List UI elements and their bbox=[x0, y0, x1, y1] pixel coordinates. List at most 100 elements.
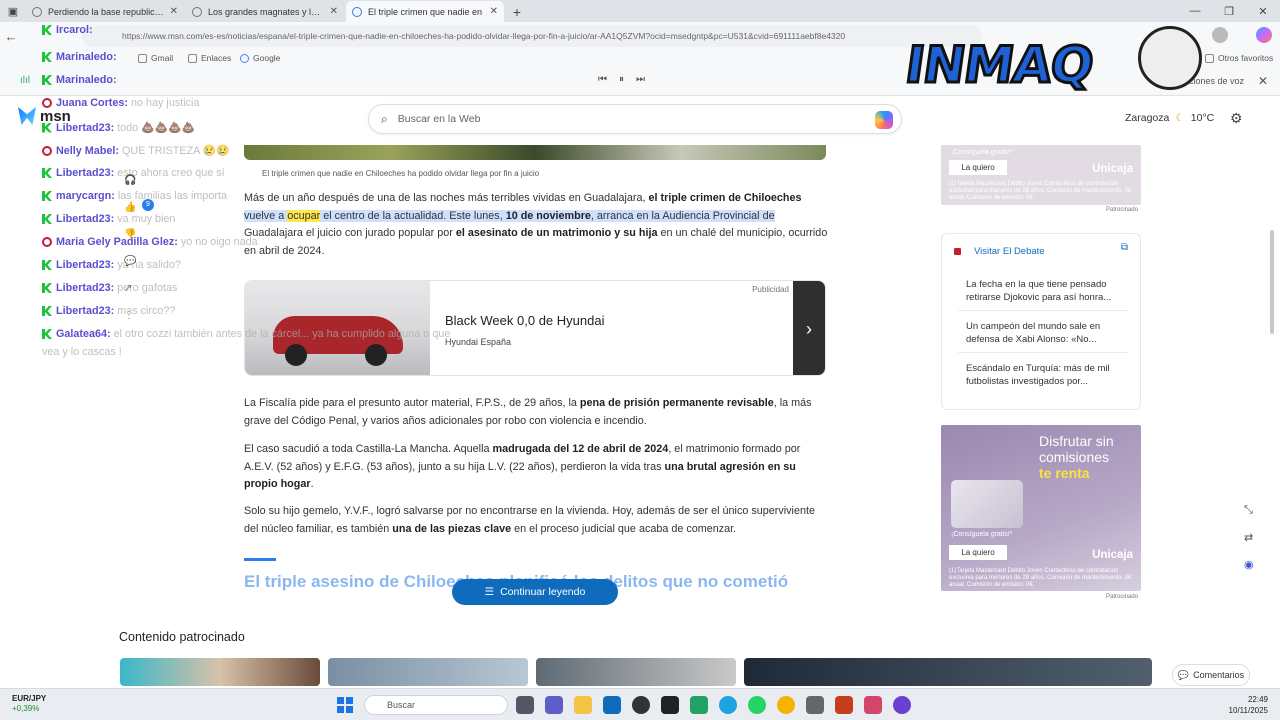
audio-icon[interactable]: 🎧 bbox=[124, 175, 136, 186]
whatsapp-icon[interactable] bbox=[748, 696, 766, 714]
other-favorites[interactable]: Otros favoritos bbox=[1205, 53, 1273, 63]
close-read-aloud-icon[interactable]: ✕ bbox=[1258, 74, 1268, 88]
chat-message: Libertad23: ya ha salido? bbox=[42, 259, 181, 271]
sponsored-thumb[interactable] bbox=[744, 658, 1152, 686]
publisher-headline[interactable]: La fecha en la que tiene pensado retirar… bbox=[966, 278, 1122, 304]
app-icon[interactable] bbox=[864, 696, 882, 714]
back-icon[interactable]: ← bbox=[0, 29, 22, 44]
chat-message: Libertad23: va muy bien bbox=[42, 213, 175, 225]
maximize-icon[interactable]: ❐ bbox=[1212, 0, 1246, 22]
tab-1[interactable]: Perdiendo la base republicana, la ✕ bbox=[26, 1, 184, 22]
comments-button[interactable]: 💬 Comentarios bbox=[1172, 664, 1250, 686]
comment-icon[interactable]: 💬 bbox=[124, 256, 136, 267]
app-icon[interactable] bbox=[661, 696, 679, 714]
chat-text: no hay justicia bbox=[131, 97, 200, 109]
continue-reading-button[interactable]: ☰ Continuar leyendo bbox=[452, 579, 618, 605]
close-tab-icon[interactable]: ✕ bbox=[490, 6, 498, 17]
taskbar-apps bbox=[516, 696, 911, 714]
share-icon[interactable]: ↗ bbox=[124, 283, 136, 294]
sidebar-ad-top[interactable]: ¡Consíguela gratis!* La quiero Unicaja (… bbox=[941, 145, 1141, 205]
pause-icon[interactable]: ⏸ bbox=[619, 74, 624, 85]
stock-widget[interactable]: EUR/JPY +0,39% bbox=[12, 694, 46, 714]
assistant-icon[interactable]: ◉ bbox=[1244, 558, 1254, 571]
copilot-icon[interactable] bbox=[875, 111, 893, 129]
chatgpt-icon[interactable] bbox=[632, 696, 650, 714]
tab-title: Los grandes magnates y los hom bbox=[208, 6, 324, 17]
app-icon[interactable] bbox=[806, 696, 824, 714]
gear-icon[interactable]: ⚙ bbox=[1230, 110, 1243, 127]
window-menu-icon[interactable]: ▣ bbox=[0, 0, 26, 22]
weather-widget[interactable]: Zaragoza ☾ 10°C bbox=[1125, 112, 1214, 124]
more-icon[interactable]: ⋮ bbox=[124, 310, 136, 321]
share-icon[interactable]: ⇄ bbox=[1244, 531, 1254, 544]
like-icon[interactable]: 👍 bbox=[124, 202, 136, 213]
minimize-icon[interactable]: — bbox=[1178, 0, 1212, 22]
taskbar: EUR/JPY +0,39% Buscar 22:49 10/11/2025 bbox=[0, 688, 1280, 720]
edge-icon[interactable] bbox=[719, 696, 737, 714]
file-explorer-icon[interactable] bbox=[574, 696, 592, 714]
external-link-icon[interactable]: ⧉ bbox=[1121, 242, 1128, 253]
continue-reading-label: Continuar leyendo bbox=[500, 586, 586, 598]
start-icon[interactable] bbox=[337, 697, 353, 713]
ad-promo-text: ¡Consíguela gratis!* bbox=[951, 149, 1013, 156]
powerpoint-icon[interactable] bbox=[835, 696, 853, 714]
clock[interactable]: 22:49 10/11/2025 bbox=[1229, 694, 1268, 716]
stream-logo-text: INMAQ bbox=[900, 35, 1098, 96]
chat-username: Ircarol: bbox=[56, 24, 93, 36]
expand-icon[interactable]: ⤡ bbox=[1244, 504, 1254, 517]
tab-2[interactable]: Los grandes magnates y los hom ✕ bbox=[186, 1, 344, 22]
next-icon[interactable]: ⏭ bbox=[636, 74, 645, 85]
text-run: . bbox=[310, 478, 314, 490]
profile-avatar[interactable] bbox=[1212, 27, 1228, 43]
divider bbox=[958, 310, 1128, 311]
visit-publisher-link[interactable]: Visitar El Debate bbox=[974, 246, 1045, 257]
publisher-headline[interactable]: Un campeón del mundo sale en defensa de … bbox=[966, 320, 1122, 346]
text-run: El caso sacudió a toda Castilla-La Manch… bbox=[244, 443, 493, 455]
ad-cta-button[interactable]: La quiero bbox=[949, 160, 1007, 175]
task-view-icon[interactable] bbox=[516, 696, 534, 714]
outlook-icon[interactable] bbox=[603, 696, 621, 714]
tab-title: Perdiendo la base republicana, la bbox=[48, 6, 164, 17]
chat-text: todo 💩💩💩💩 bbox=[117, 122, 195, 134]
close-tab-icon[interactable]: ✕ bbox=[330, 6, 338, 17]
ad-slogan-line: Disfrutar sin comisiones bbox=[1039, 433, 1114, 465]
ad-arrow-icon[interactable]: › bbox=[793, 281, 825, 375]
close-window-icon[interactable]: ✕ bbox=[1246, 0, 1280, 22]
sponsored-thumb[interactable] bbox=[120, 658, 320, 686]
ad-promo-text: ¡Consíguela gratis!* bbox=[951, 531, 1013, 538]
divider bbox=[958, 352, 1128, 353]
dislike-icon[interactable]: 👎 bbox=[124, 229, 136, 240]
copilot-icon[interactable] bbox=[1256, 27, 1272, 43]
page-scrollbar[interactable] bbox=[1270, 230, 1274, 334]
new-tab-button[interactable]: + bbox=[506, 1, 528, 22]
chrome-icon[interactable] bbox=[777, 696, 795, 714]
app-icon[interactable] bbox=[690, 696, 708, 714]
sponsored-thumb[interactable] bbox=[536, 658, 736, 686]
clock-time: 22:49 bbox=[1247, 695, 1268, 704]
ad-cta-button[interactable]: La quiero bbox=[949, 545, 1007, 560]
previous-icon[interactable]: ⏮ bbox=[598, 74, 607, 85]
sponsored-thumb[interactable] bbox=[328, 658, 528, 686]
tab-3-active[interactable]: El triple crimen que nadie en ✕ bbox=[346, 1, 504, 22]
weather-location: Zaragoza bbox=[1125, 112, 1170, 124]
tab-favicon-icon bbox=[192, 6, 202, 17]
reaction-count: 9 bbox=[142, 199, 154, 211]
channel-badge-icon bbox=[42, 75, 52, 85]
taskbar-search[interactable]: Buscar bbox=[364, 695, 508, 715]
teams-icon[interactable] bbox=[545, 696, 563, 714]
text-bold: pena de prisión permanente revisable bbox=[579, 397, 774, 409]
chat-username: Libertad23: bbox=[56, 305, 115, 317]
sidebar-ad-big[interactable]: Disfrutar sin comisiones te renta ¡Consíg… bbox=[941, 425, 1141, 591]
read-aloud-icon: ılıl bbox=[20, 75, 30, 86]
publisher-headline[interactable]: Escándalo en Turquía: más de mil futboli… bbox=[966, 362, 1122, 388]
close-tab-icon[interactable]: ✕ bbox=[170, 6, 178, 17]
text-run: La Fiscalía pide para el presunto autor … bbox=[244, 397, 580, 409]
chat-message: Libertad23: mas circo?? bbox=[42, 305, 175, 317]
ad-label: Publicidad bbox=[752, 285, 789, 294]
chat-message: Ircarol: bbox=[42, 24, 96, 36]
chat-message: Libertad23: todo 💩💩💩💩 bbox=[42, 121, 195, 134]
publisher-card: Visitar El Debate ⧉ La fecha en la que t… bbox=[941, 233, 1141, 410]
channel-badge-icon bbox=[42, 168, 52, 178]
app-icon[interactable] bbox=[893, 696, 911, 714]
weather-temperature: 10°C bbox=[1190, 112, 1215, 124]
